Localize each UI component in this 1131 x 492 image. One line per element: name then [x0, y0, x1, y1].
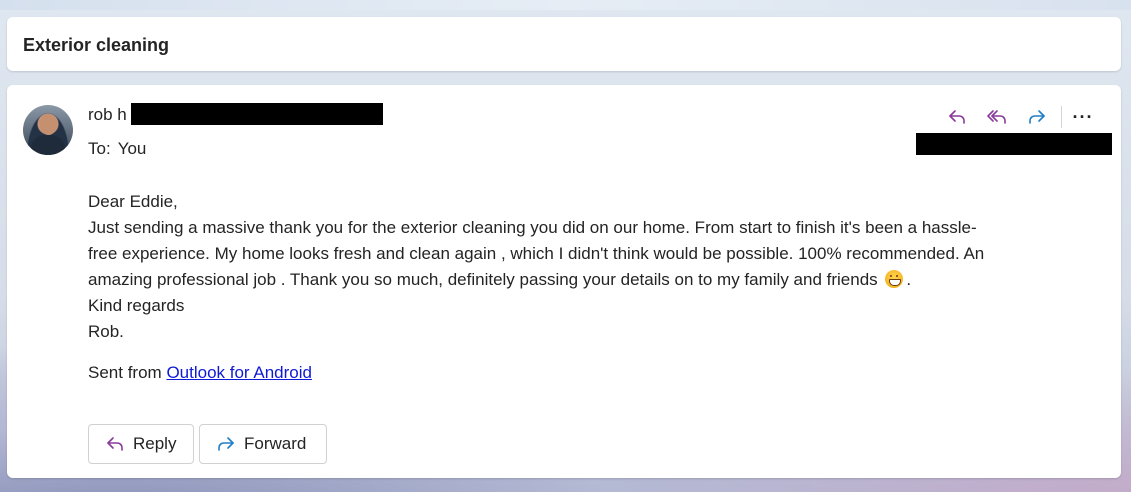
redacted-sender-email [131, 103, 383, 125]
redacted-date [916, 133, 1112, 155]
avatar-face [40, 114, 57, 135]
forward-icon [216, 435, 236, 453]
reply-icon [105, 435, 125, 453]
forward-icon [1027, 108, 1047, 126]
body-name: Rob. [88, 322, 124, 341]
body-line-3-text: amazing professional job . Thank you so … [88, 270, 878, 289]
reply-button[interactable]: Reply [88, 424, 194, 464]
reply-all-icon [986, 108, 1008, 126]
recipient-line: To: You [88, 139, 146, 159]
message-actions: ··· [937, 103, 1098, 131]
signature-prefix: Sent from [88, 363, 162, 382]
reply-icon [947, 108, 967, 126]
more-options-button[interactable]: ··· [1068, 103, 1098, 131]
reply-button-label: Reply [133, 434, 177, 453]
reply-all-action-button[interactable] [977, 103, 1017, 131]
body-line-2: free experience. My home looks fresh and… [88, 244, 985, 263]
signature: Sent from Outlook for Android [88, 363, 312, 383]
body-line-3-end: . [906, 270, 912, 289]
grinning-emoji-icon [885, 270, 904, 288]
avatar-body [31, 135, 65, 155]
sender-avatar[interactable] [23, 105, 73, 155]
body-line-3: amazing professional job . Thank you so … [88, 267, 1088, 293]
forward-button-label: Forward [244, 434, 307, 453]
more-icon: ··· [1072, 106, 1094, 127]
body-greeting: Dear Eddie, [88, 192, 178, 211]
forward-action-button[interactable] [1017, 103, 1057, 131]
email-subject: Exterior cleaning [23, 35, 170, 55]
message-card: rob h To: You ··· Dear Eddie, Just sendi… [7, 85, 1121, 478]
body-line-1: Just sending a massive thank you for the… [88, 218, 977, 237]
actions-divider [1061, 106, 1062, 128]
forward-button[interactable]: Forward [199, 424, 327, 464]
sender-name[interactable]: rob h [88, 105, 127, 125]
body-closing: Kind regards [88, 296, 185, 315]
subject-header: Exterior cleaning [7, 17, 1121, 71]
outlook-android-link[interactable]: Outlook for Android [166, 363, 312, 382]
to-label: To: [88, 139, 111, 158]
message-body: Dear Eddie, Just sending a massive thank… [88, 189, 1088, 345]
window-top-strip [0, 0, 1131, 10]
to-value[interactable]: You [118, 139, 147, 158]
reply-action-button[interactable] [937, 103, 977, 131]
